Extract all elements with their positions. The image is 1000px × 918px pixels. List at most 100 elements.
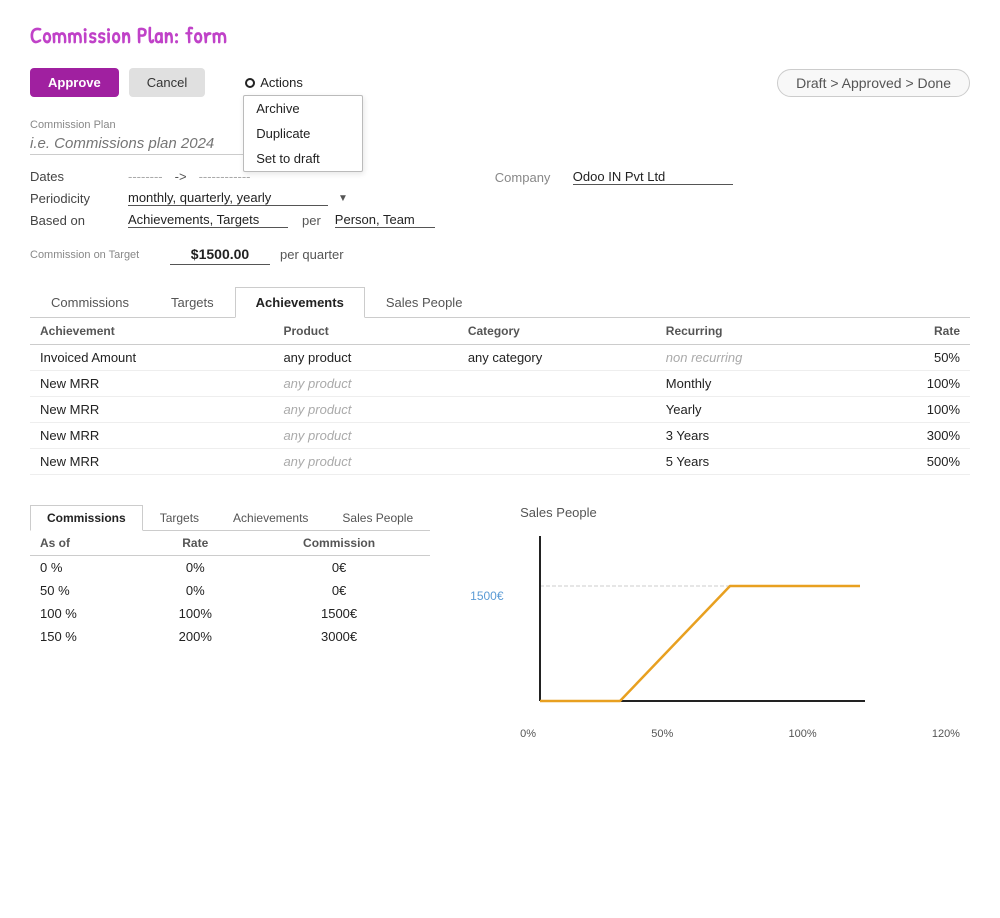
cell-achievement: New MRR xyxy=(30,371,273,397)
dates-from: -------- xyxy=(128,169,163,184)
cell-product: any product xyxy=(273,371,457,397)
chart-y-label: 1500€ xyxy=(470,589,503,663)
action-duplicate[interactable]: Duplicate xyxy=(244,121,362,146)
cell-product: any product xyxy=(273,397,457,423)
cell-rate: 500% xyxy=(858,449,970,475)
per-period: per quarter xyxy=(280,247,344,262)
cancel-button[interactable]: Cancel xyxy=(129,68,205,97)
cell-commission: 0€ xyxy=(248,556,430,580)
approve-button[interactable]: Approve xyxy=(30,68,119,97)
cell-product: any product xyxy=(273,423,457,449)
table-row: New MRR any product 3 Years 300% xyxy=(30,423,970,449)
col-recurring: Recurring xyxy=(656,318,859,345)
table-row: 50 % 0% 0€ xyxy=(30,579,430,602)
company-value: Odoo IN Pvt Ltd xyxy=(573,169,733,185)
cell-recurring: Monthly xyxy=(656,371,859,397)
cell-recurring: 5 Years xyxy=(656,449,859,475)
actions-menu-wrapper: Actions Archive Duplicate Set to draft xyxy=(245,75,303,90)
x-label-50: 50% xyxy=(651,728,673,740)
cell-rate: 100% xyxy=(858,397,970,423)
status-bar: Draft > Approved > Done xyxy=(777,69,970,97)
cell-as-of: 0 % xyxy=(30,556,143,580)
table-row: New MRR any product 5 Years 500% xyxy=(30,449,970,475)
actions-trigger[interactable]: Actions xyxy=(245,75,303,90)
dates-arrow: -> xyxy=(175,169,187,184)
cell-achievement: New MRR xyxy=(30,449,273,475)
achievements-table: Achievement Product Category Recurring R… xyxy=(30,318,970,475)
chart-x-labels: 0% 50% 100% 120% xyxy=(470,728,970,740)
actions-dropdown: Archive Duplicate Set to draft xyxy=(243,95,363,172)
actions-label: Actions xyxy=(260,75,303,90)
cell-rate: 100% xyxy=(858,371,970,397)
cell-commission: 3000€ xyxy=(248,625,430,648)
action-set-to-draft[interactable]: Set to draft xyxy=(244,146,362,171)
cell-achievement: Invoiced Amount xyxy=(30,345,273,371)
periodicity-value: monthly, quarterly, yearly xyxy=(128,190,328,206)
page-title: Commission Plan: form xyxy=(30,20,970,50)
cell-commission: 1500€ xyxy=(248,602,430,625)
commissions-summary-table: As of Rate Commission 0 % 0% 0€ 50 % 0% … xyxy=(30,531,430,648)
upper-tabs-section: Commissions Targets Achievements Sales P… xyxy=(30,287,970,475)
col-rate: Rate xyxy=(143,531,248,556)
table-row: New MRR any product Monthly 100% xyxy=(30,371,970,397)
company-label: Company xyxy=(495,170,565,185)
chart-wrapper: Sales People 1500€ 0% 50% 100% 120% xyxy=(470,505,970,740)
col-category: Category xyxy=(458,318,656,345)
cell-category: any category xyxy=(458,345,656,371)
cell-as-of: 150 % xyxy=(30,625,143,648)
cell-category xyxy=(458,449,656,475)
upper-tabs-bar: Commissions Targets Achievements Sales P… xyxy=(30,287,970,318)
toolbar: Approve Cancel Actions Archive Duplicate… xyxy=(30,68,970,97)
tab-targets[interactable]: Targets xyxy=(150,287,235,318)
cell-category xyxy=(458,397,656,423)
left-fields: Dates -------- -> ------------ Periodici… xyxy=(30,169,435,234)
sub-tab-achievements[interactable]: Achievements xyxy=(216,505,325,531)
cell-rate: 0% xyxy=(143,556,248,580)
cell-achievement: New MRR xyxy=(30,397,273,423)
x-label-0: 0% xyxy=(520,728,536,740)
action-archive[interactable]: Archive xyxy=(244,96,362,121)
cell-achievement: New MRR xyxy=(30,423,273,449)
commissions-table-wrapper: Commissions Targets Achievements Sales P… xyxy=(30,505,430,648)
sub-tab-targets[interactable]: Targets xyxy=(143,505,216,531)
form-section: Commission Plan Dates -------- -> ------… xyxy=(30,119,970,265)
table-row: 100 % 100% 1500€ xyxy=(30,602,430,625)
periodicity-label: Periodicity xyxy=(30,191,120,206)
x-label-100: 100% xyxy=(788,728,816,740)
commission-chart xyxy=(510,526,870,726)
x-label-120: 120% xyxy=(932,728,960,740)
cell-product: any product xyxy=(273,449,457,475)
periodicity-chevron-icon: ▼ xyxy=(338,193,348,204)
cell-rate: 300% xyxy=(858,423,970,449)
cell-commission: 0€ xyxy=(248,579,430,602)
per-label: per xyxy=(302,213,321,228)
tab-commissions[interactable]: Commissions xyxy=(30,287,150,318)
tab-achievements[interactable]: Achievements xyxy=(235,287,365,318)
cell-as-of: 100 % xyxy=(30,602,143,625)
plan-label: Commission Plan xyxy=(30,119,970,131)
cell-rate: 200% xyxy=(143,625,248,648)
cell-category xyxy=(458,371,656,397)
cell-recurring: non recurring xyxy=(656,345,859,371)
cell-as-of: 50 % xyxy=(30,579,143,602)
sub-tab-commissions[interactable]: Commissions xyxy=(30,505,143,531)
based-on-label: Based on xyxy=(30,213,120,228)
table-row: Invoiced Amount any product any category… xyxy=(30,345,970,371)
chart-title: Sales People xyxy=(470,505,970,520)
cell-recurring: 3 Years xyxy=(656,423,859,449)
tab-sales-people[interactable]: Sales People xyxy=(365,287,484,318)
sub-tab-sales-people[interactable]: Sales People xyxy=(325,505,430,531)
per-value: Person, Team xyxy=(335,212,435,228)
col-as-of: As of xyxy=(30,531,143,556)
dates-label: Dates xyxy=(30,169,120,184)
actions-dot-icon xyxy=(245,78,255,88)
based-on-value: Achievements, Targets xyxy=(128,212,288,228)
cell-product: any product xyxy=(273,345,457,371)
col-rate: Rate xyxy=(858,318,970,345)
table-row: 0 % 0% 0€ xyxy=(30,556,430,580)
cell-rate: 0% xyxy=(143,579,248,602)
sub-tabs-bar: Commissions Targets Achievements Sales P… xyxy=(30,505,430,531)
table-row: 150 % 200% 3000€ xyxy=(30,625,430,648)
cell-recurring: Yearly xyxy=(656,397,859,423)
bottom-section: Commissions Targets Achievements Sales P… xyxy=(30,505,970,740)
